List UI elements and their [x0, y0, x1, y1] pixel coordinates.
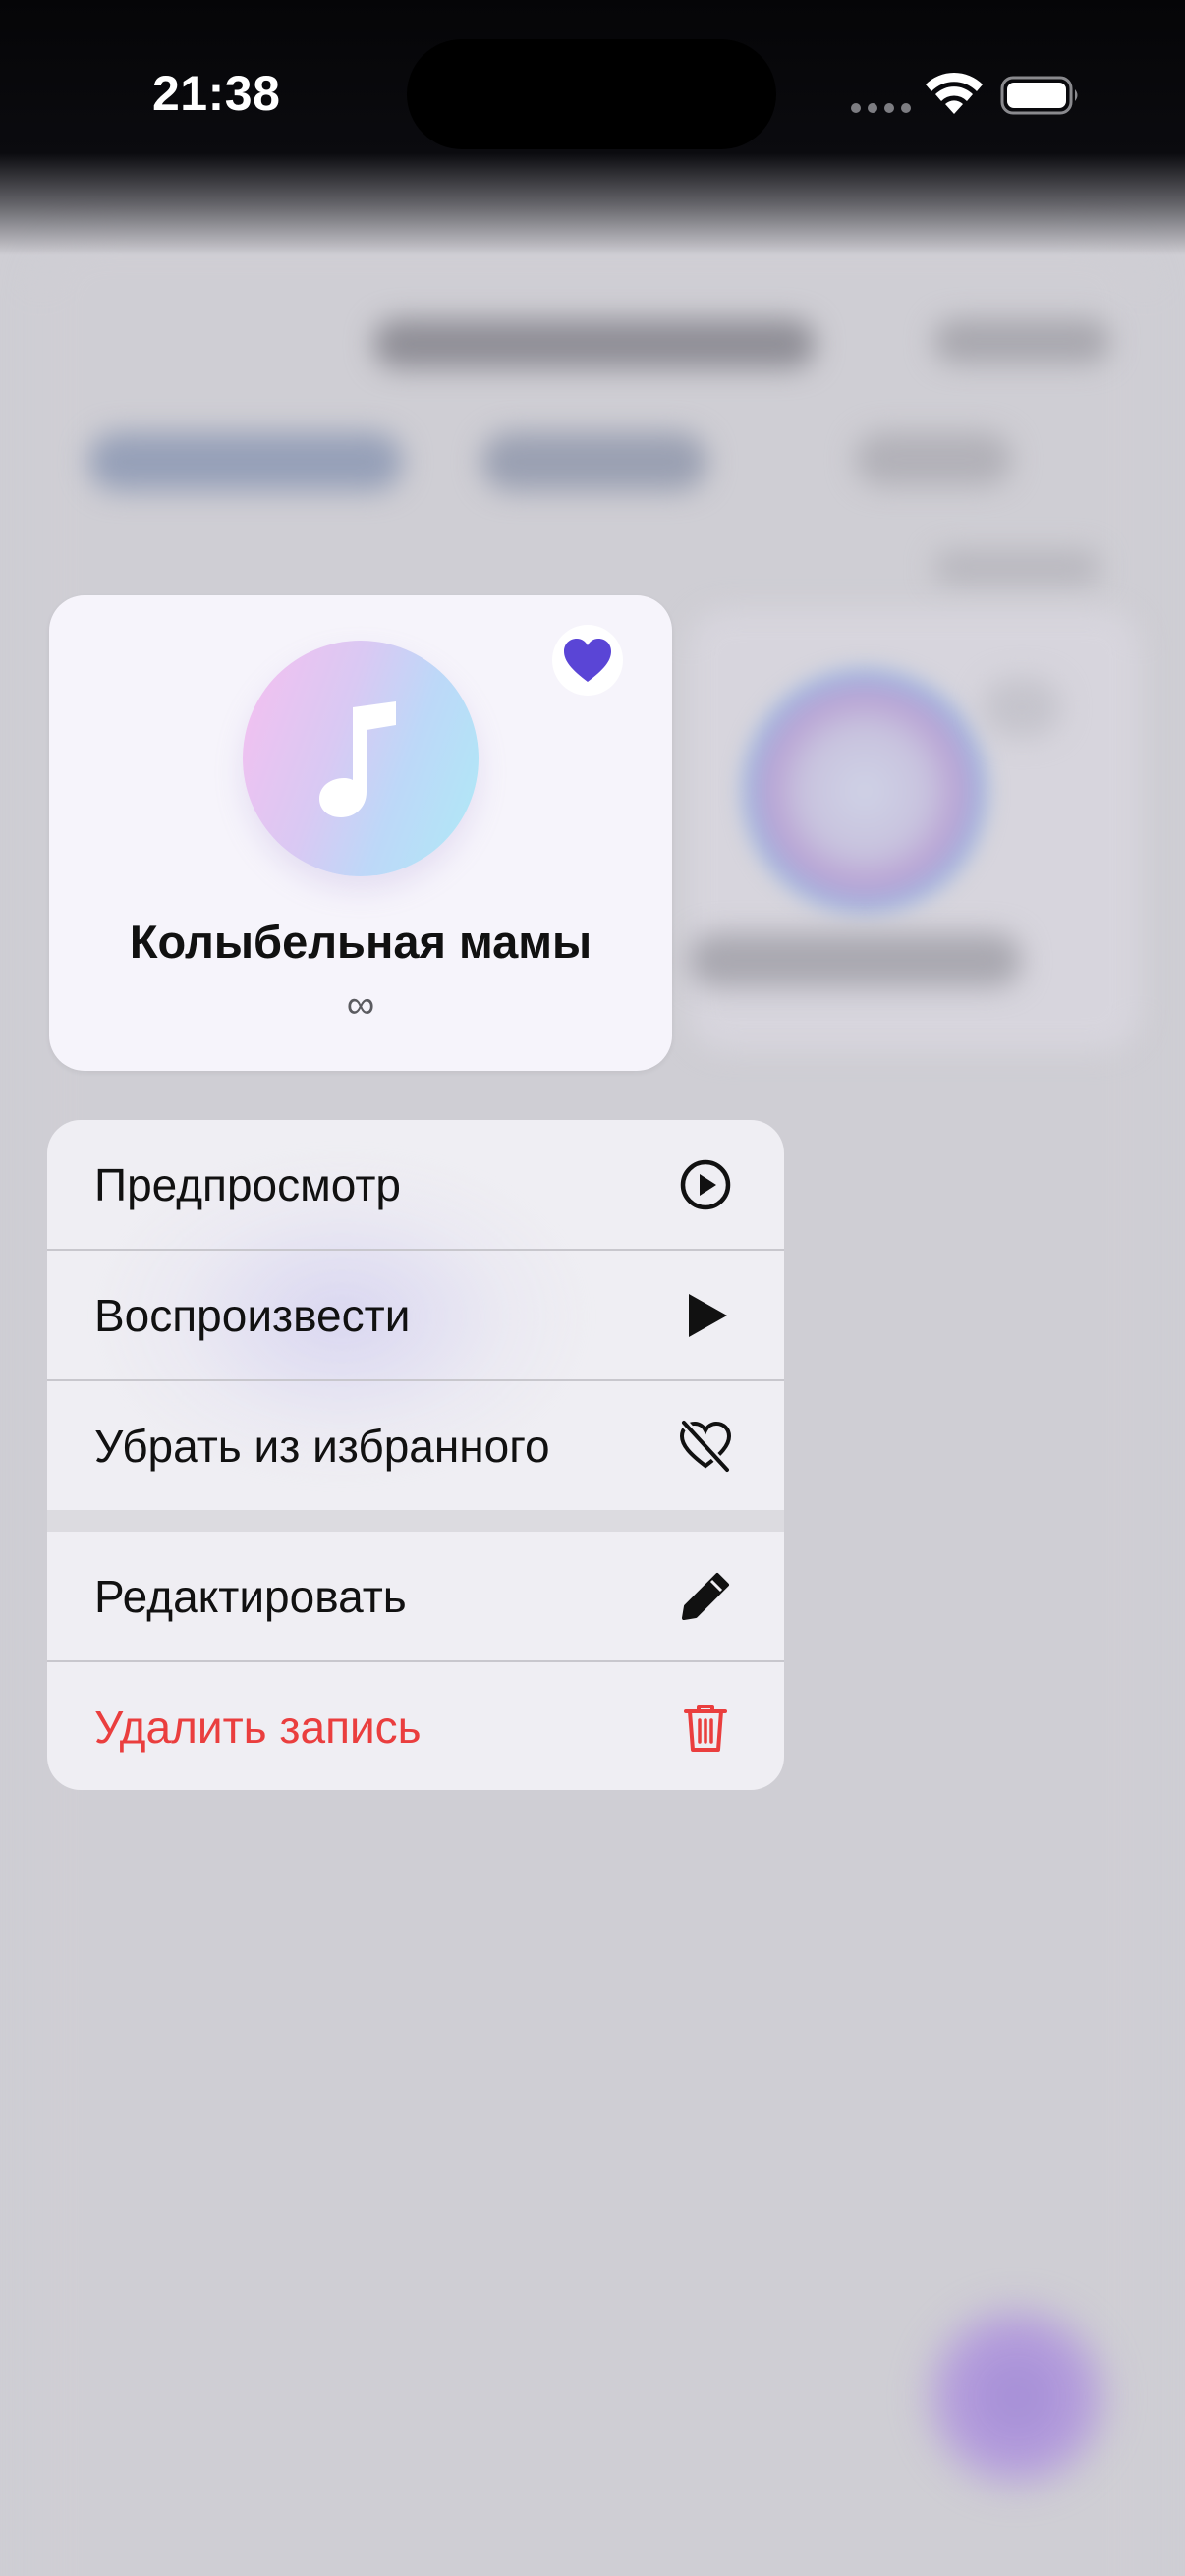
menu-item-delete[interactable]: Удалить запись: [47, 1662, 784, 1790]
menu-item-edit[interactable]: Редактировать: [47, 1532, 784, 1661]
pencil-icon: [682, 1573, 729, 1620]
dynamic-island: [407, 39, 776, 149]
menu-group-divider: [47, 1510, 784, 1532]
heart-filled-icon: [564, 639, 611, 682]
battery-icon: [1000, 76, 1078, 115]
menu-item-label: Редактировать: [94, 1571, 407, 1622]
background-tab-blur: [855, 432, 1012, 486]
menu-item-label: Предпросмотр: [94, 1159, 401, 1210]
context-menu: Предпросмотр Воспроизвести Убрать из изб…: [47, 1120, 784, 1790]
background-card-title-blur: [688, 933, 1022, 987]
trash-icon: [684, 1705, 727, 1752]
track-artwork: [243, 641, 479, 876]
menu-item-label: Воспроизвести: [94, 1290, 411, 1341]
play-circle-icon: [680, 1159, 731, 1210]
menu-item-label: Удалить запись: [94, 1702, 422, 1753]
heart-slash-icon: [679, 1419, 732, 1474]
background-artwork-blur: [742, 668, 988, 914]
track-preview-card[interactable]: Колыбельная мамы ∞: [49, 595, 672, 1071]
background-action-blur: [933, 319, 1110, 364]
track-title: Колыбельная мамы: [129, 916, 592, 968]
favorite-badge[interactable]: [552, 625, 623, 696]
menu-item-preview[interactable]: Предпросмотр: [47, 1120, 784, 1250]
cellular-signal-icon: [851, 103, 911, 113]
track-duration: ∞: [346, 983, 375, 1027]
status-bar: 21:38: [0, 0, 1185, 196]
background-label-blur: [933, 550, 1100, 585]
music-note-icon: [319, 701, 396, 817]
background-tab-blur: [481, 432, 707, 491]
menu-item-unfavorite[interactable]: Убрать из избранного: [47, 1381, 784, 1511]
menu-item-label: Убрать из избранного: [94, 1421, 550, 1472]
background-fab-blur: [919, 2299, 1115, 2495]
status-time: 21:38: [152, 66, 281, 121]
background-title-blur: [373, 319, 816, 368]
background-tab-blur: [88, 432, 403, 491]
play-icon: [689, 1294, 727, 1337]
wifi-icon: [926, 72, 983, 114]
background-badge-blur: [983, 678, 1061, 737]
menu-item-play[interactable]: Воспроизвести: [47, 1251, 784, 1380]
